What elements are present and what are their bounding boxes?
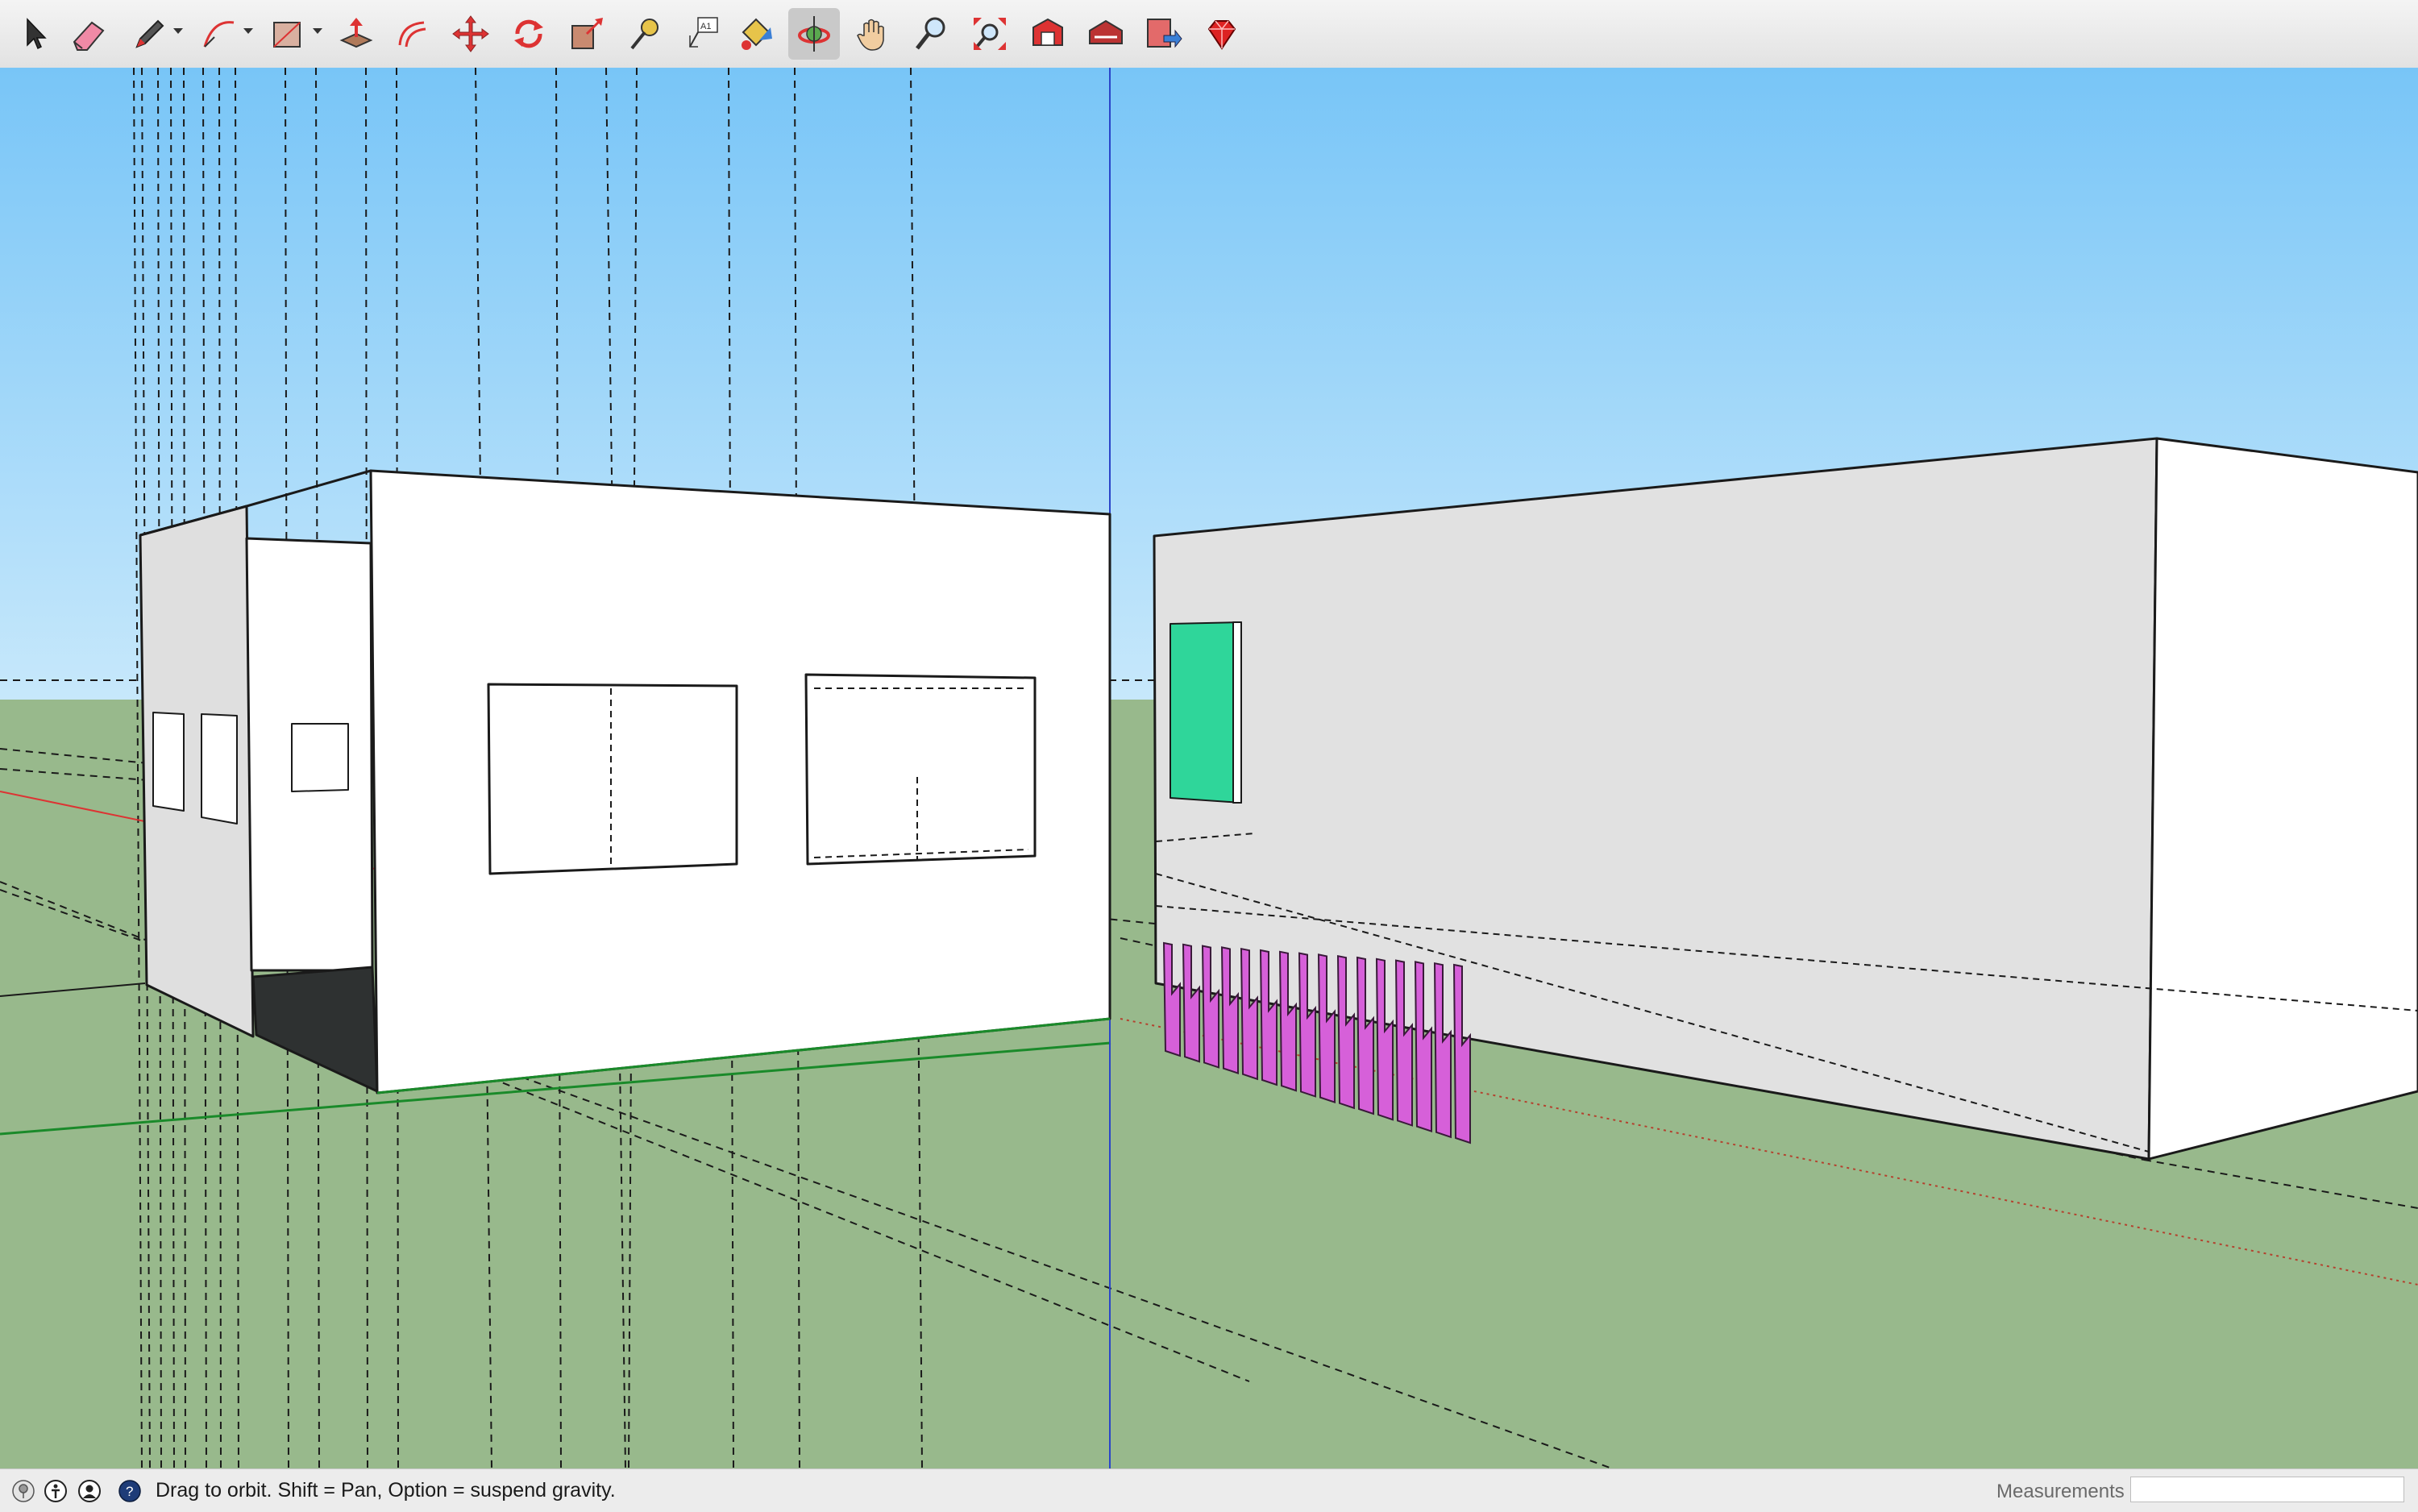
push-pull-tool-button[interactable] — [330, 8, 382, 60]
geo-location-button[interactable] — [11, 1479, 35, 1503]
zoom-extents-tool-button[interactable] — [964, 8, 1016, 60]
window-front-left — [487, 683, 738, 875]
help-icon: ? — [118, 1480, 141, 1502]
measurements-input[interactable] — [2130, 1477, 2404, 1502]
right-wall-end-face — [2147, 437, 2418, 1161]
paint-bucket-icon — [742, 18, 772, 50]
geo-location-icon — [12, 1480, 35, 1502]
line-tool-button[interactable] — [123, 8, 174, 60]
hand-icon — [857, 19, 884, 51]
layout-send-icon — [1147, 19, 1182, 48]
credits-icon — [44, 1480, 67, 1502]
eraser-tool-button[interactable] — [63, 8, 114, 60]
shapes-tool-button[interactable] — [261, 8, 313, 60]
offset-tool-button[interactable] — [387, 8, 438, 60]
move-tool-button[interactable] — [445, 8, 496, 60]
chevron-down-icon[interactable] — [313, 28, 322, 34]
chevron-down-icon[interactable] — [243, 28, 253, 34]
scale-tool-button[interactable] — [561, 8, 613, 60]
send-to-layout-tool-button[interactable] — [1138, 8, 1190, 60]
pencil-icon — [135, 19, 164, 48]
arc-tool-button[interactable] — [192, 8, 243, 60]
window-small-left-2 — [201, 713, 238, 825]
svg-text:?: ? — [126, 1484, 133, 1499]
arc-icon — [203, 21, 235, 48]
zoom-extents-icon — [974, 18, 1006, 50]
magnifier-icon — [916, 17, 945, 50]
account-icon — [78, 1480, 101, 1502]
eraser-icon — [73, 21, 105, 51]
status-message: Drag to orbit. Shift = Pan, Option = sus… — [156, 1479, 616, 1502]
arrow-cursor-icon — [27, 18, 47, 50]
paint-bucket-tool-button[interactable] — [730, 8, 782, 60]
measurements-label: Measurements — [1996, 1481, 2125, 1502]
offset-icon — [398, 21, 426, 48]
tape-measure-tool-button[interactable] — [619, 8, 671, 60]
extension-warehouse-tool-button[interactable] — [1080, 8, 1132, 60]
extension-warehouse-icon — [1089, 19, 1123, 44]
text-tool-button[interactable]: A1 — [677, 8, 729, 60]
credits-button[interactable] — [44, 1479, 68, 1503]
3d-viewport[interactable] — [0, 68, 2418, 1468]
3d-warehouse-tool-button[interactable] — [1022, 8, 1074, 60]
move-arrows-icon — [452, 15, 489, 52]
window-front-right — [804, 673, 1037, 866]
zoom-tool-button[interactable] — [906, 8, 958, 60]
svg-text:A1: A1 — [700, 22, 711, 31]
model-scene[interactable] — [0, 68, 2418, 1468]
main-toolbar: A1 — [0, 0, 2418, 69]
status-bar: ? Drag to orbit. Shift = Pan, Option = s… — [0, 1468, 2418, 1512]
push-pull-icon — [339, 18, 373, 48]
extension-manager-tool-button[interactable] — [1196, 8, 1248, 60]
rotate-tool-button[interactable] — [503, 8, 555, 60]
rectangle-icon — [273, 22, 301, 48]
select-tool-button[interactable] — [8, 8, 60, 60]
orbit-icon — [798, 16, 830, 52]
rotate-icon — [514, 19, 543, 48]
warehouse-icon — [1032, 18, 1063, 46]
pan-tool-button[interactable] — [848, 8, 899, 60]
green-panel — [1170, 621, 1242, 804]
tape-measure-icon — [630, 19, 659, 50]
left-building[interactable] — [139, 469, 1111, 1095]
account-button[interactable] — [77, 1479, 102, 1503]
green-panel-edge — [1232, 621, 1242, 804]
text-label-icon: A1 — [689, 17, 718, 48]
ruby-gem-icon — [1207, 20, 1236, 50]
scale-icon — [571, 18, 603, 49]
chevron-down-icon[interactable] — [173, 28, 183, 34]
orbit-tool-button[interactable] — [788, 8, 840, 60]
help-button[interactable]: ? — [118, 1479, 142, 1503]
window-small-left-1 — [152, 712, 185, 812]
window-small-back — [291, 723, 349, 792]
